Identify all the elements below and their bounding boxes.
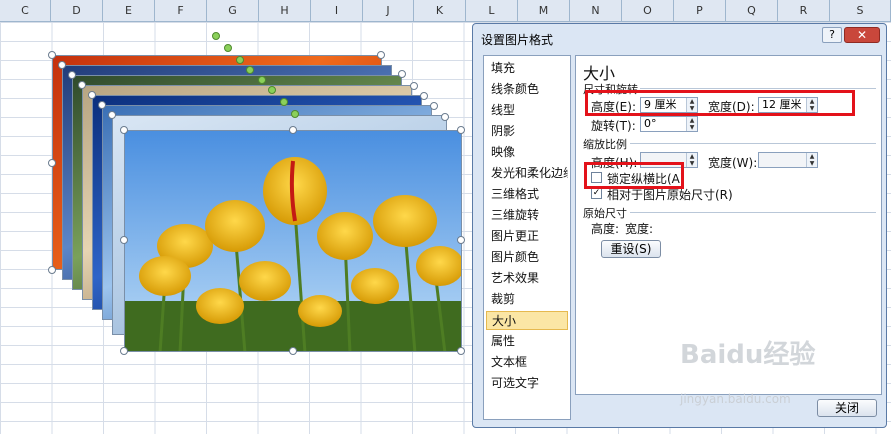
rotation-value[interactable]: 0° <box>644 117 657 130</box>
resize-handle[interactable] <box>58 61 66 69</box>
resize-handle[interactable] <box>441 113 449 121</box>
help-button[interactable]: ? <box>822 27 842 43</box>
resize-handle[interactable] <box>289 347 297 355</box>
resize-handle[interactable] <box>377 51 385 59</box>
highlight-size-fields <box>585 90 855 116</box>
original-width-label: 宽度: <box>625 222 654 236</box>
resize-handle[interactable] <box>120 347 128 355</box>
picture-tulips[interactable] <box>124 130 462 352</box>
column-header[interactable]: D <box>51 0 103 22</box>
resize-handle[interactable] <box>48 266 56 274</box>
resize-handle[interactable] <box>48 159 56 167</box>
close-icon[interactable]: ✕ <box>844 27 880 43</box>
spinner-arrows-icon[interactable]: ▲ ▼ <box>686 153 697 167</box>
column-header[interactable]: K <box>414 0 466 22</box>
baidu-logo: Baidu经验 <box>680 340 816 370</box>
resize-handle[interactable] <box>457 347 465 355</box>
nav-item-line-color[interactable]: 线条颜色 <box>486 80 568 99</box>
nav-item-3d-rotation[interactable]: 三维旋转 <box>486 206 568 225</box>
nav-item-text-box[interactable]: 文本框 <box>486 353 568 372</box>
resize-handle[interactable] <box>457 236 465 244</box>
rotate-handle[interactable] <box>280 98 288 106</box>
rotate-handle[interactable] <box>246 66 254 74</box>
column-header[interactable]: E <box>103 0 155 22</box>
section-original-size: 原始尺寸 <box>583 207 627 220</box>
category-list: 填充 线条颜色 线型 阴影 映像 发光和柔化边缘 三维格式 三维旋转 图片更正 … <box>483 55 571 420</box>
column-header[interactable]: P <box>674 0 726 22</box>
reset-button[interactable]: 重设(S) <box>601 240 661 258</box>
column-header[interactable]: G <box>207 0 259 22</box>
divider <box>630 143 876 144</box>
column-header[interactable]: M <box>518 0 570 22</box>
resize-handle[interactable] <box>68 71 76 79</box>
column-header[interactable]: F <box>155 0 207 22</box>
column-header[interactable]: O <box>622 0 674 22</box>
scale-width-label: 宽度(W): <box>708 156 758 170</box>
close-button[interactable]: 关闭 <box>817 399 877 417</box>
original-height-label: 高度: <box>591 222 620 236</box>
nav-item-picture-color[interactable]: 图片颜色 <box>486 248 568 267</box>
resize-handle[interactable] <box>98 101 106 109</box>
rotate-handle[interactable] <box>268 86 276 94</box>
nav-item-line-style[interactable]: 线型 <box>486 101 568 120</box>
resize-handle[interactable] <box>78 81 86 89</box>
column-header[interactable]: H <box>259 0 311 22</box>
spinner-arrows-icon[interactable]: ▲ ▼ <box>806 153 817 167</box>
divider <box>640 88 876 89</box>
column-header[interactable]: L <box>466 0 518 22</box>
column-header[interactable]: C <box>0 0 51 22</box>
nav-item-reflection[interactable]: 映像 <box>486 143 568 162</box>
rotate-handle[interactable] <box>224 44 232 52</box>
section-scale: 缩放比例 <box>583 138 627 151</box>
column-header[interactable]: Q <box>726 0 778 22</box>
resize-handle[interactable] <box>120 236 128 244</box>
resize-handle[interactable] <box>88 91 96 99</box>
resize-handle[interactable] <box>289 126 297 134</box>
nav-item-picture-corrections[interactable]: 图片更正 <box>486 227 568 246</box>
nav-item-crop[interactable]: 裁剪 <box>486 290 568 309</box>
column-header[interactable]: J <box>363 0 414 22</box>
rotate-handle[interactable] <box>236 56 244 64</box>
nav-item-artistic-effects[interactable]: 艺术效果 <box>486 269 568 288</box>
column-header[interactable]: R <box>778 0 830 22</box>
resize-handle[interactable] <box>410 82 418 90</box>
scale-width-spinner[interactable]: ▲ ▼ <box>758 152 818 168</box>
nav-item-alt-text[interactable]: 可选文字 <box>486 374 568 393</box>
relative-original-checkbox[interactable]: ✓ <box>591 188 602 199</box>
column-header[interactable]: I <box>311 0 363 22</box>
nav-item-shadow[interactable]: 阴影 <box>486 122 568 141</box>
tulips-image <box>125 131 461 351</box>
divider <box>630 212 876 213</box>
spinner-arrows-icon[interactable]: ▲ ▼ <box>686 117 697 131</box>
nav-item-3d-format[interactable]: 三维格式 <box>486 185 568 204</box>
nav-item-glow[interactable]: 发光和柔化边缘 <box>486 164 568 183</box>
column-header[interactable]: S <box>830 0 891 22</box>
nav-item-properties[interactable]: 属性 <box>486 332 568 351</box>
resize-handle[interactable] <box>120 126 128 134</box>
nav-item-fill[interactable]: 填充 <box>486 59 568 78</box>
nav-item-size[interactable]: 大小 <box>486 311 568 330</box>
rotate-handle[interactable] <box>291 110 299 118</box>
rotation-spinner[interactable]: 0° ▲ ▼ <box>640 116 698 132</box>
resize-handle[interactable] <box>457 126 465 134</box>
rotate-handle[interactable] <box>212 32 220 40</box>
resize-handle[interactable] <box>420 92 428 100</box>
highlight-lock-aspect <box>584 162 684 189</box>
dialog-title: 设置图片格式 <box>481 33 554 47</box>
resize-handle[interactable] <box>108 111 116 119</box>
rotation-label: 旋转(T): <box>591 119 636 133</box>
watermark-url: jingyan.baidu.com <box>680 392 791 406</box>
column-header[interactable]: N <box>570 0 622 22</box>
column-header-bar: C D E F G H I J K L M N O P Q R S <box>0 0 891 22</box>
resize-handle[interactable] <box>398 70 406 78</box>
resize-handle[interactable] <box>430 102 438 110</box>
rotate-handle[interactable] <box>258 76 266 84</box>
resize-handle[interactable] <box>48 51 56 59</box>
